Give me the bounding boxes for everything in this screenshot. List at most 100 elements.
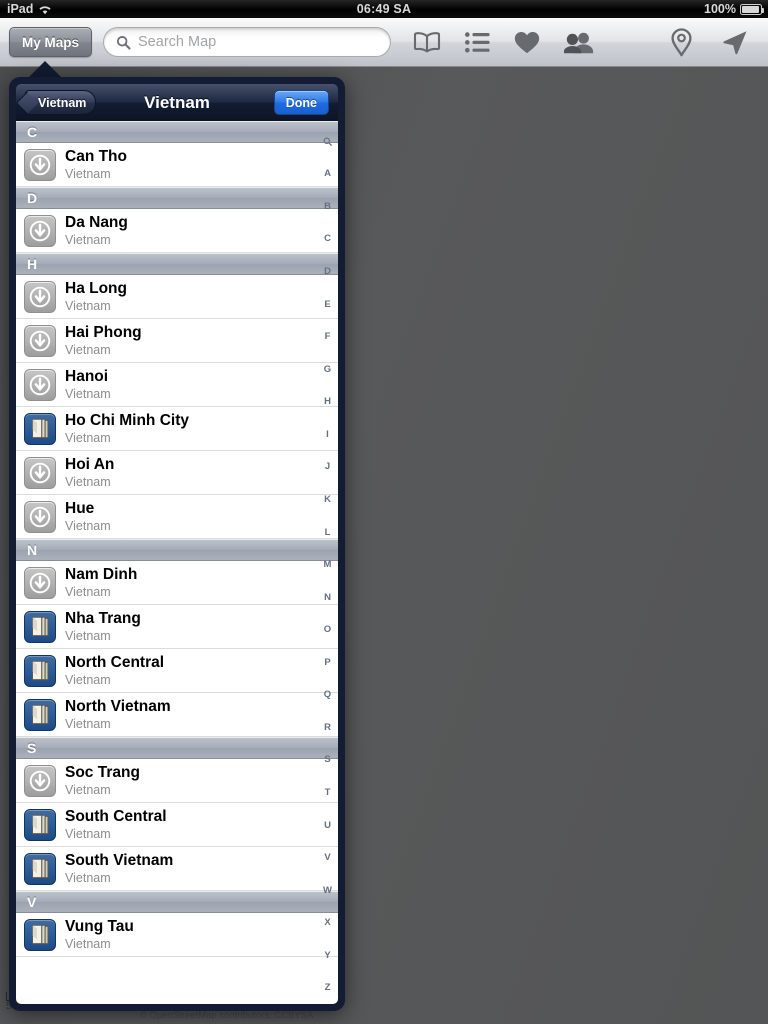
section-header-v: V (16, 891, 338, 913)
list-item-title: Hoi An (65, 455, 115, 473)
index-letter-r[interactable]: R (317, 711, 338, 744)
list-item-title: Hai Phong (65, 323, 142, 341)
download-icon (24, 214, 56, 247)
index-letter-w[interactable]: W (317, 874, 338, 907)
list-item[interactable]: South Central Vietnam (16, 803, 338, 847)
list-item-title: South Central (65, 807, 167, 825)
done-button-label: Done (285, 95, 317, 110)
list-item[interactable]: Hue Vietnam (16, 495, 338, 539)
list-icon[interactable] (465, 31, 490, 53)
index-letter-n[interactable]: N (317, 581, 338, 614)
list-item[interactable]: Hoi An Vietnam (16, 451, 338, 495)
guide-book-icon (24, 610, 56, 643)
download-icon (24, 456, 56, 489)
list-body: C Can Tho Vietnam D Da Nang Vietnam H Ha Long Vi… (16, 121, 338, 957)
index-search-icon[interactable] (317, 125, 338, 158)
index-letter-x[interactable]: X (317, 907, 338, 940)
index-letter-f[interactable]: F (317, 320, 338, 353)
index-letter-l[interactable]: L (317, 516, 338, 549)
back-button-label: Vietnam (38, 95, 87, 110)
back-button[interactable]: Vietnam (25, 90, 97, 115)
index-letter-k[interactable]: K (317, 483, 338, 516)
popover-nav-bar: Vietnam Vietnam Done (16, 84, 338, 121)
search-placeholder: Search Map (138, 34, 217, 50)
section-header-n: N (16, 539, 338, 561)
list-item-title: Hanoi (65, 367, 109, 385)
download-icon (24, 500, 56, 533)
list-item[interactable]: Vung Tau Vietnam (16, 913, 338, 957)
index-letter-b[interactable]: B (317, 190, 338, 223)
index-letter-m[interactable]: M (317, 548, 338, 581)
index-letter-y[interactable]: Y (317, 939, 338, 972)
list-item[interactable]: Nam Dinh Vietnam (16, 561, 338, 605)
index-letter-t[interactable]: T (317, 776, 338, 809)
list-item-subtitle: Vietnam (65, 673, 111, 688)
list-item[interactable]: Da Nang Vietnam (16, 209, 338, 253)
section-header-s: S (16, 737, 338, 759)
index-letter-c[interactable]: C (317, 223, 338, 256)
guides-book-icon[interactable] (413, 31, 441, 53)
list-item[interactable]: Nha Trang Vietnam (16, 605, 338, 649)
index-letter-z[interactable]: Z (317, 972, 338, 1004)
list-item-title: Nam Dinh (65, 565, 138, 583)
index-letter-s[interactable]: S (317, 744, 338, 777)
download-icon (24, 368, 56, 401)
friends-people-icon[interactable] (564, 31, 594, 54)
download-icon (24, 324, 56, 357)
guide-book-icon (24, 918, 56, 951)
list-item-subtitle: Vietnam (65, 519, 111, 534)
index-letter-o[interactable]: O (317, 613, 338, 646)
list-item-title: Ha Long (65, 279, 127, 297)
guide-book-icon (24, 852, 56, 885)
list-item-title: South Vietnam (65, 851, 174, 869)
list-item[interactable]: Ha Long Vietnam (16, 275, 338, 319)
list-item[interactable]: Soc Trang Vietnam (16, 759, 338, 803)
index-letter-p[interactable]: P (317, 646, 338, 679)
list-item[interactable]: North Central Vietnam (16, 649, 338, 693)
favorites-heart-icon[interactable] (514, 31, 540, 54)
list-item-subtitle: Vietnam (65, 387, 111, 402)
index-letter-a[interactable]: A (317, 158, 338, 191)
index-letter-d[interactable]: D (317, 255, 338, 288)
index-letter-i[interactable]: I (317, 418, 338, 451)
list-item-title: Da Nang (65, 213, 128, 231)
list-item-subtitle: Vietnam (65, 343, 111, 358)
navigation-arrow-icon[interactable] (722, 29, 748, 55)
search-input[interactable]: Search Map (103, 27, 392, 57)
guides-list[interactable]: C Can Tho Vietnam D Da Nang Vietnam H Ha Long Vi… (16, 121, 338, 1004)
list-item[interactable]: Can Tho Vietnam (16, 143, 338, 187)
index-letter-q[interactable]: Q (317, 679, 338, 712)
index-letter-u[interactable]: U (317, 809, 338, 842)
list-item[interactable]: Hanoi Vietnam (16, 363, 338, 407)
main-toolbar: My Maps Search Map (0, 18, 768, 67)
index-letter-h[interactable]: H (317, 386, 338, 419)
index-letter-j[interactable]: J (317, 451, 338, 484)
status-bar-right: 100% (704, 2, 765, 16)
index-letter-v[interactable]: V (317, 841, 338, 874)
list-item-subtitle: Vietnam (65, 431, 111, 446)
index-letter-e[interactable]: E (317, 288, 338, 321)
list-item[interactable]: South Vietnam Vietnam (16, 847, 338, 891)
index-letter-g[interactable]: G (317, 353, 338, 386)
toolbar-right-group (671, 27, 748, 57)
list-item-subtitle: Vietnam (65, 629, 111, 644)
list-item[interactable]: Ho Chi Minh City Vietnam (16, 407, 338, 451)
list-item-subtitle: Vietnam (65, 827, 111, 842)
list-item[interactable]: North Vietnam Vietnam (16, 693, 338, 737)
map-pin-icon[interactable] (671, 27, 692, 57)
list-item-title: Can Tho (65, 147, 127, 165)
my-maps-button[interactable]: My Maps (9, 27, 93, 57)
popover-title: Vietnam (144, 92, 210, 112)
list-item-subtitle: Vietnam (65, 585, 111, 600)
download-icon (24, 148, 56, 181)
list-item-subtitle: Vietnam (65, 475, 111, 490)
list-item[interactable]: Hai Phong Vietnam (16, 319, 338, 363)
my-maps-label: My Maps (22, 34, 80, 50)
done-button[interactable]: Done (273, 90, 329, 115)
toolbar-icon-group (413, 31, 594, 54)
download-icon (24, 566, 56, 599)
section-index-bar[interactable]: ABCDEFGHIJKLMNOPQRSTUVWXYZ (317, 121, 338, 1004)
guide-book-icon (24, 412, 56, 445)
guide-book-icon (24, 654, 56, 687)
list-item-subtitle: Vietnam (65, 233, 111, 248)
